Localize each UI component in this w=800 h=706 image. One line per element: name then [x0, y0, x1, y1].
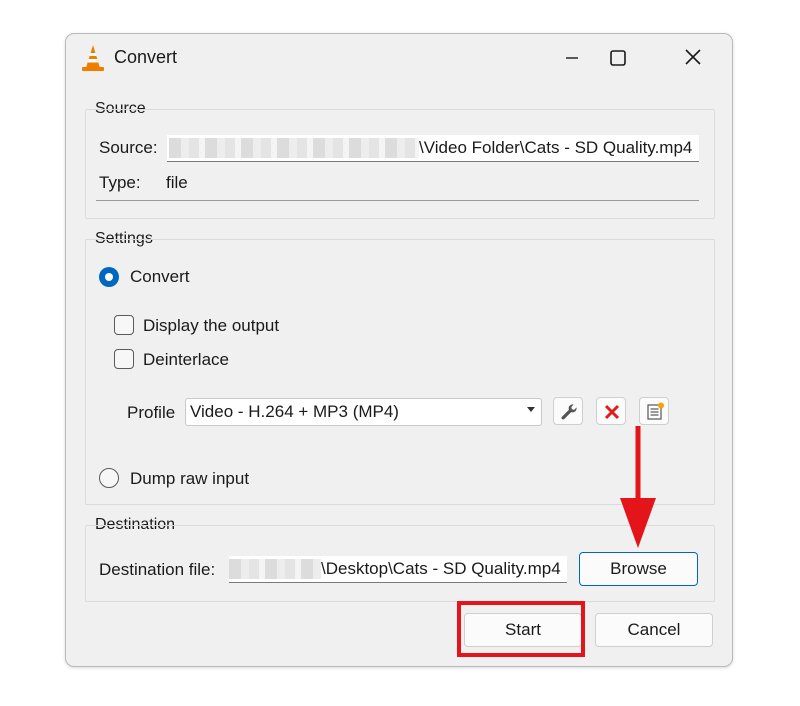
new-profile-icon — [647, 402, 664, 420]
deinterlace-checkbox[interactable] — [114, 349, 134, 369]
profile-label: Profile — [127, 403, 176, 422]
wrench-icon — [561, 404, 577, 420]
maximize-icon — [610, 50, 626, 66]
destination-file-label: Destination file: — [99, 560, 216, 579]
window-title: Convert — [114, 47, 178, 67]
chevron-down-icon — [527, 407, 535, 412]
close-icon — [685, 49, 701, 65]
browse-button-label: Browse — [610, 559, 667, 578]
minimize-button[interactable] — [552, 42, 592, 74]
edit-profile-button[interactable] — [553, 397, 583, 425]
profile-select[interactable]: Video - H.264 + MP3 (MP4) — [185, 398, 542, 426]
red-highlight-box — [457, 601, 585, 657]
deinterlace-label[interactable]: Deinterlace — [143, 350, 229, 370]
convert-dialog: Convert Source Source: \Video Folder\Cat… — [65, 33, 733, 667]
profile-value: Video - H.264 + MP3 (MP4) — [190, 402, 399, 421]
type-value: file — [166, 173, 188, 192]
new-profile-button[interactable] — [639, 397, 669, 425]
dump-raw-label[interactable]: Dump raw input — [130, 469, 249, 489]
source-path-text: \Video Folder\Cats - SD Quality.mp4 — [419, 138, 693, 157]
divider — [96, 200, 699, 201]
title-bar: Convert — [66, 34, 732, 82]
display-output-checkbox[interactable] — [114, 315, 134, 335]
browse-button[interactable]: Browse — [579, 552, 698, 586]
red-arrow-annotation — [620, 426, 656, 548]
cancel-button-label: Cancel — [627, 620, 681, 639]
minimize-icon — [566, 57, 578, 59]
display-output-label[interactable]: Display the output — [143, 316, 279, 336]
vlc-cone-icon — [82, 45, 104, 71]
type-label: Type: — [99, 173, 141, 192]
destination-path-text: \Desktop\Cats - SD Quality.mp4 — [321, 559, 561, 578]
redacted-path — [229, 559, 321, 579]
close-button[interactable] — [673, 42, 713, 74]
dump-raw-radio[interactable] — [99, 468, 119, 488]
destination-file-field[interactable]: \Desktop\Cats - SD Quality.mp4 — [229, 556, 567, 583]
source-group — [85, 109, 715, 219]
convert-radio[interactable] — [99, 267, 119, 287]
source-path-field[interactable]: \Video Folder\Cats - SD Quality.mp4 — [167, 135, 699, 162]
delete-profile-button[interactable] — [596, 397, 626, 425]
redacted-path — [169, 138, 419, 158]
convert-label[interactable]: Convert — [130, 267, 190, 287]
maximize-button[interactable] — [598, 42, 638, 74]
source-label: Source: — [99, 138, 158, 157]
red-x-icon — [604, 404, 620, 420]
cancel-button[interactable]: Cancel — [595, 613, 713, 647]
